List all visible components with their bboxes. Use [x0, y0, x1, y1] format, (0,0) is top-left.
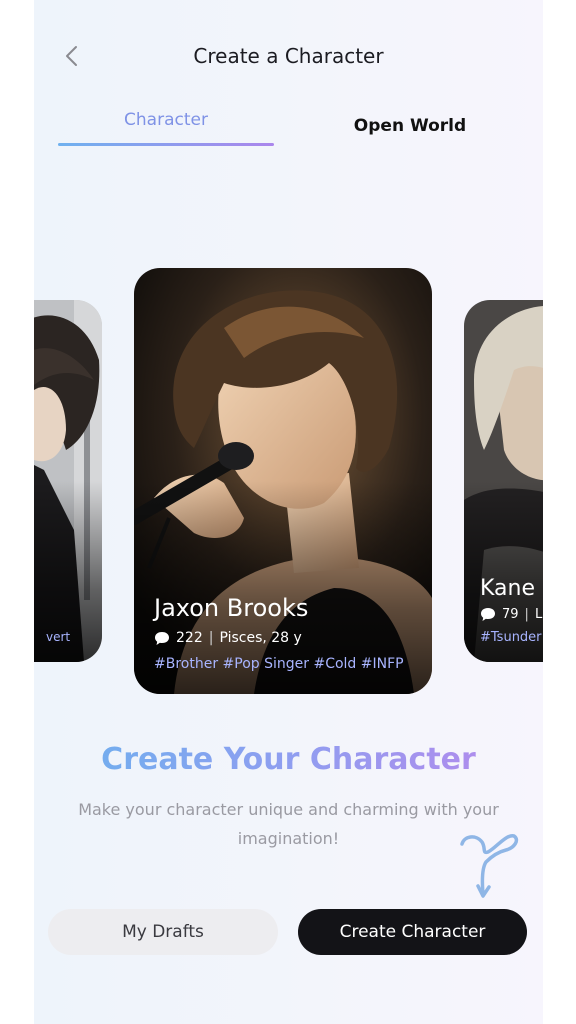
chat-bubble-icon — [155, 631, 169, 645]
create-character-button[interactable]: Create Character — [298, 909, 527, 955]
chat-bubble-icon — [481, 608, 495, 621]
character-card-next[interactable]: Kane 79 | L #Tsunder — [464, 300, 543, 662]
chat-count: 222 — [176, 630, 203, 646]
character-meta: 79 | L — [480, 607, 542, 622]
meta-separator: | — [524, 607, 529, 622]
active-tab-indicator — [58, 143, 274, 146]
chat-count: 79 — [502, 607, 519, 622]
meta-separator: | — [208, 630, 214, 646]
character-details: L — [534, 607, 543, 622]
character-card-main[interactable]: Jaxon Brooks 222 | Pisces, 28 y #Brother… — [134, 268, 432, 694]
swirl-arrow-icon — [460, 834, 519, 898]
my-drafts-button[interactable]: My Drafts — [48, 909, 278, 955]
character-tags: #Brother #Pop Singer #Cold #INFP — [154, 656, 404, 672]
page-title: Create a Character — [193, 44, 384, 68]
character-tags: #Tsunder — [480, 630, 542, 645]
tab-open-world[interactable]: Open World — [302, 116, 518, 136]
screen: Create a Character Character Open World … — [34, 0, 543, 1024]
character-name: Jaxon Brooks — [154, 594, 309, 622]
character-meta: 222 | Pisces, 28 y — [154, 630, 302, 646]
headline: Create Your Character — [34, 742, 543, 777]
subtitle: Make your character unique and charming … — [78, 800, 499, 848]
character-card-previous[interactable]: vert — [34, 300, 102, 662]
character-details: Pisces, 28 y — [219, 630, 302, 646]
tab-character[interactable]: Character — [58, 110, 274, 130]
card-tags: vert — [46, 630, 71, 644]
character-name: Kane — [480, 576, 535, 601]
